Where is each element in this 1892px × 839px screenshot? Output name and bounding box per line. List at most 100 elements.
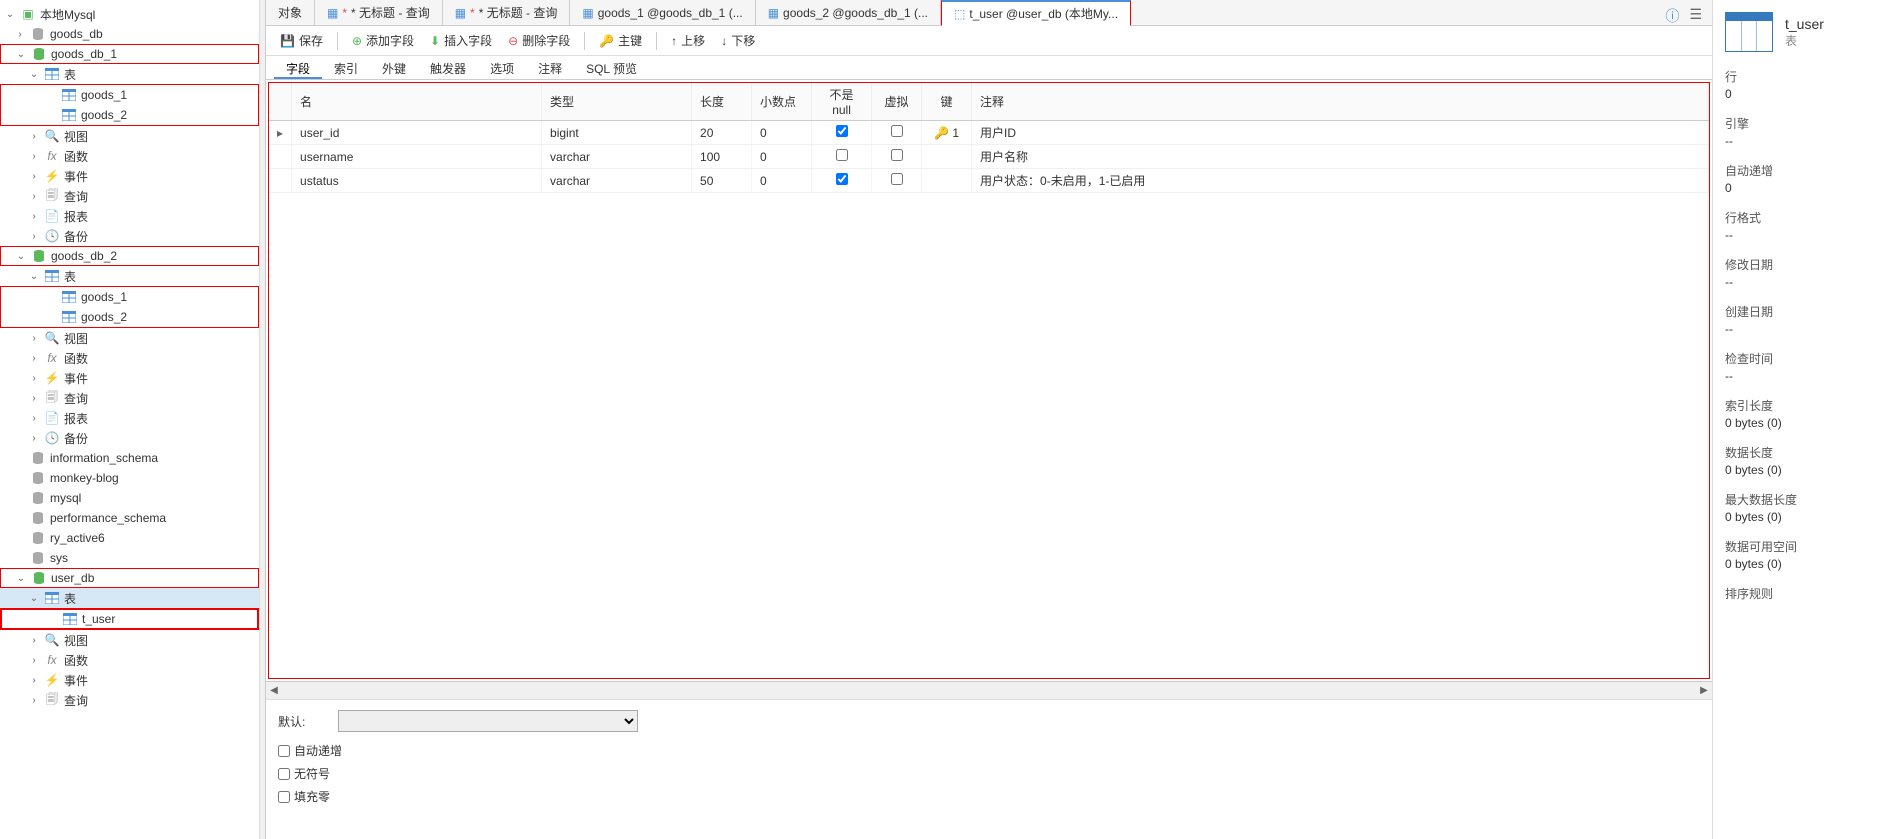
db-node[interactable]: ›goods_db <box>0 24 259 44</box>
move-up-button[interactable]: ↑ 上移 <box>665 30 711 51</box>
db-node[interactable]: sys <box>0 548 259 568</box>
virtual-checkbox[interactable] <box>891 173 903 185</box>
db-folder[interactable]: ›🗐查询 <box>0 388 259 408</box>
subtab[interactable]: 字段 <box>274 56 322 79</box>
db-folder[interactable]: ›⚡事件 <box>0 166 259 186</box>
db-node[interactable]: ⌄user_db <box>0 568 259 588</box>
cell-type[interactable]: bigint <box>542 121 692 145</box>
col-notnull[interactable]: 不是 null <box>812 83 872 121</box>
insert-field-button[interactable]: ⬇ 插入字段 <box>424 30 498 51</box>
table-node[interactable]: goods_1 <box>1 287 258 307</box>
db-folder[interactable]: ›⚡事件 <box>0 368 259 388</box>
editor-tab[interactable]: 对象 <box>266 0 315 25</box>
default-select[interactable] <box>338 710 638 732</box>
db-folder[interactable]: ›📄报表 <box>0 206 259 226</box>
db-folder[interactable]: ›🗐查询 <box>0 690 259 710</box>
scroll-right-icon[interactable]: ▶ <box>1696 685 1712 696</box>
cell-length[interactable]: 50 <box>692 169 752 193</box>
subtab[interactable]: 触发器 <box>418 56 478 79</box>
field-row[interactable]: ustatus varchar 50 0 用户状态：0-未启用，1-已启用 <box>269 169 1709 193</box>
field-row[interactable]: ▸ user_id bigint 20 0 🔑 1 用户ID <box>269 121 1709 145</box>
connection-node[interactable]: ⌄ ▣ 本地Mysql <box>0 4 259 24</box>
col-comment[interactable]: 注释 <box>972 83 1709 121</box>
subtab[interactable]: 索引 <box>322 56 370 79</box>
cell-comment[interactable]: 用户状态：0-未启用，1-已启用 <box>972 169 1709 193</box>
cell-comment[interactable]: 用户ID <box>972 121 1709 145</box>
col-key[interactable]: 键 <box>922 83 972 121</box>
virtual-checkbox[interactable] <box>891 125 903 137</box>
col-type[interactable]: 类型 <box>542 83 692 121</box>
notnull-checkbox[interactable] <box>836 149 848 161</box>
cell-comment[interactable]: 用户名称 <box>972 145 1709 169</box>
col-length[interactable]: 长度 <box>692 83 752 121</box>
cell-decimals[interactable]: 0 <box>752 121 812 145</box>
cell-key[interactable] <box>922 145 972 169</box>
add-field-button[interactable]: ⊕ 添加字段 <box>346 30 420 51</box>
cell-decimals[interactable]: 0 <box>752 169 812 193</box>
cell-length[interactable]: 100 <box>692 145 752 169</box>
table-node[interactable]: goods_1 <box>1 85 258 105</box>
editor-tab[interactable]: ▦** 无标题 - 查询 <box>315 0 443 25</box>
primary-key-button[interactable]: 🔑 主键 <box>593 30 648 51</box>
scroll-left-icon[interactable]: ◀ <box>266 685 282 696</box>
db-folder[interactable]: ›🔍视图 <box>0 630 259 650</box>
tables-folder[interactable]: ⌄表 <box>0 64 259 84</box>
col-virtual[interactable]: 虚拟 <box>872 83 922 121</box>
zerofill-checkbox[interactable] <box>278 791 290 803</box>
editor-tab[interactable]: ▦goods_2 @goods_db_1 (... <box>756 0 941 25</box>
tables-folder[interactable]: ⌄表 <box>0 588 259 608</box>
db-node[interactable]: ⌄goods_db_2 <box>0 246 259 266</box>
db-folder[interactable]: ›⚡事件 <box>0 670 259 690</box>
db-folder[interactable]: ›🔍视图 <box>0 126 259 146</box>
subtab[interactable]: SQL 预览 <box>574 56 649 79</box>
db-node[interactable]: ⌄goods_db_1 <box>0 44 259 64</box>
fields-grid[interactable]: 名 类型 长度 小数点 不是 null 虚拟 键 注释 ▸ user_id bi… <box>269 83 1709 193</box>
cell-name[interactable]: ustatus <box>292 169 542 193</box>
cell-decimals[interactable]: 0 <box>752 145 812 169</box>
auto-increment-checkbox[interactable] <box>278 745 290 757</box>
unsigned-checkbox[interactable] <box>278 768 290 780</box>
table-node[interactable]: goods_2 <box>1 105 258 125</box>
virtual-checkbox[interactable] <box>891 149 903 161</box>
info-icon[interactable]: ⓘ <box>1665 6 1679 26</box>
db-folder[interactable]: ›🗐查询 <box>0 186 259 206</box>
db-folder[interactable]: ›📄报表 <box>0 408 259 428</box>
field-row[interactable]: username varchar 100 0 用户名称 <box>269 145 1709 169</box>
db-folder[interactable]: ›fx函数 <box>0 146 259 166</box>
cell-key[interactable] <box>922 169 972 193</box>
save-button[interactable]: 💾 保存 <box>274 30 329 51</box>
horizontal-scrollbar[interactable]: ◀ ▶ <box>266 681 1712 699</box>
db-folder[interactable]: ›🕓备份 <box>0 428 259 448</box>
db-node[interactable]: performance_schema <box>0 508 259 528</box>
table-node[interactable]: goods_2 <box>1 307 258 327</box>
db-folder[interactable]: ›🕓备份 <box>0 226 259 246</box>
db-node[interactable]: information_schema <box>0 448 259 468</box>
cell-key[interactable]: 🔑 1 <box>922 121 972 145</box>
db-node[interactable]: monkey-blog <box>0 468 259 488</box>
cell-length[interactable]: 20 <box>692 121 752 145</box>
cell-type[interactable]: varchar <box>542 145 692 169</box>
cell-name[interactable]: user_id <box>292 121 542 145</box>
delete-field-button[interactable]: ⊖ 删除字段 <box>502 30 576 51</box>
col-decimals[interactable]: 小数点 <box>752 83 812 121</box>
editor-tab[interactable]: ⬚t_user @user_db (本地My... <box>941 0 1131 26</box>
cell-type[interactable]: varchar <box>542 169 692 193</box>
table-node[interactable]: t_user <box>1 609 258 629</box>
db-node[interactable]: ry_active6 <box>0 528 259 548</box>
editor-tab[interactable]: ▦** 无标题 - 查询 <box>443 0 571 25</box>
notnull-checkbox[interactable] <box>836 173 848 185</box>
db-node[interactable]: mysql <box>0 488 259 508</box>
cell-name[interactable]: username <box>292 145 542 169</box>
list-icon[interactable]: ☰ <box>1689 6 1702 26</box>
db-folder[interactable]: ›fx函数 <box>0 650 259 670</box>
subtab[interactable]: 外键 <box>370 56 418 79</box>
tables-folder[interactable]: ⌄表 <box>0 266 259 286</box>
db-folder[interactable]: ›🔍视图 <box>0 328 259 348</box>
db-folder[interactable]: ›fx函数 <box>0 348 259 368</box>
col-name[interactable]: 名 <box>292 83 542 121</box>
editor-tab[interactable]: ▦goods_1 @goods_db_1 (... <box>570 0 755 25</box>
move-down-button[interactable]: ↓ 下移 <box>715 30 761 51</box>
subtab[interactable]: 注释 <box>526 56 574 79</box>
subtab[interactable]: 选项 <box>478 56 526 79</box>
notnull-checkbox[interactable] <box>836 125 848 137</box>
